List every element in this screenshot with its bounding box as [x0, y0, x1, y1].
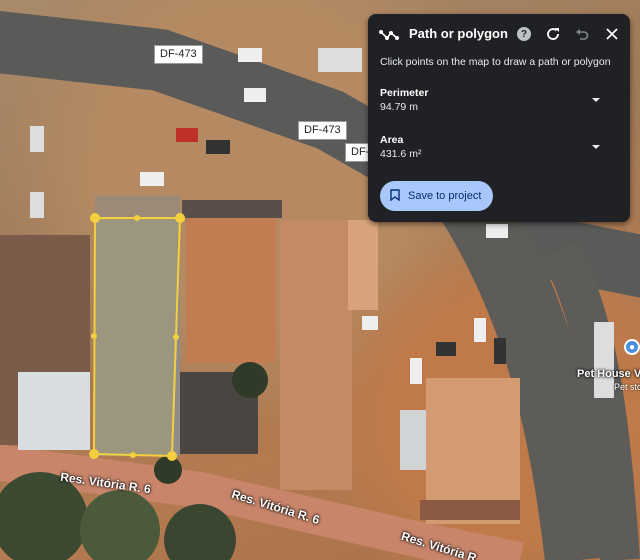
help-icon[interactable]: ?	[517, 27, 531, 41]
area-value: 431.6 m²	[380, 148, 422, 160]
perimeter-value: 94.79 m	[380, 101, 418, 113]
bookmark-icon	[390, 188, 400, 204]
poi-category: Pet sto	[614, 382, 640, 392]
road-label: DF-473	[298, 121, 347, 140]
refresh-icon[interactable]	[544, 25, 562, 43]
poi-name[interactable]: Pet House V	[577, 368, 640, 380]
road-label: DF-473	[154, 45, 203, 64]
undo-icon[interactable]	[573, 25, 591, 43]
path-tool-icon	[379, 27, 399, 43]
pet-store-pin-icon[interactable]: ●	[624, 339, 640, 355]
close-icon[interactable]	[603, 25, 621, 43]
path-polygon-panel: Path or polygon ? Click points on the ma…	[368, 14, 630, 222]
save-to-project-button[interactable]: Save to project	[380, 181, 493, 211]
area-label: Area	[380, 134, 404, 146]
perimeter-units-dropdown-icon[interactable]	[592, 98, 600, 102]
save-button-label: Save to project	[408, 190, 482, 202]
panel-title: Path or polygon	[409, 26, 508, 41]
perimeter-label: Perimeter	[380, 87, 429, 99]
area-units-dropdown-icon[interactable]	[592, 145, 600, 149]
panel-description: Click points on the map to draw a path o…	[380, 56, 611, 68]
